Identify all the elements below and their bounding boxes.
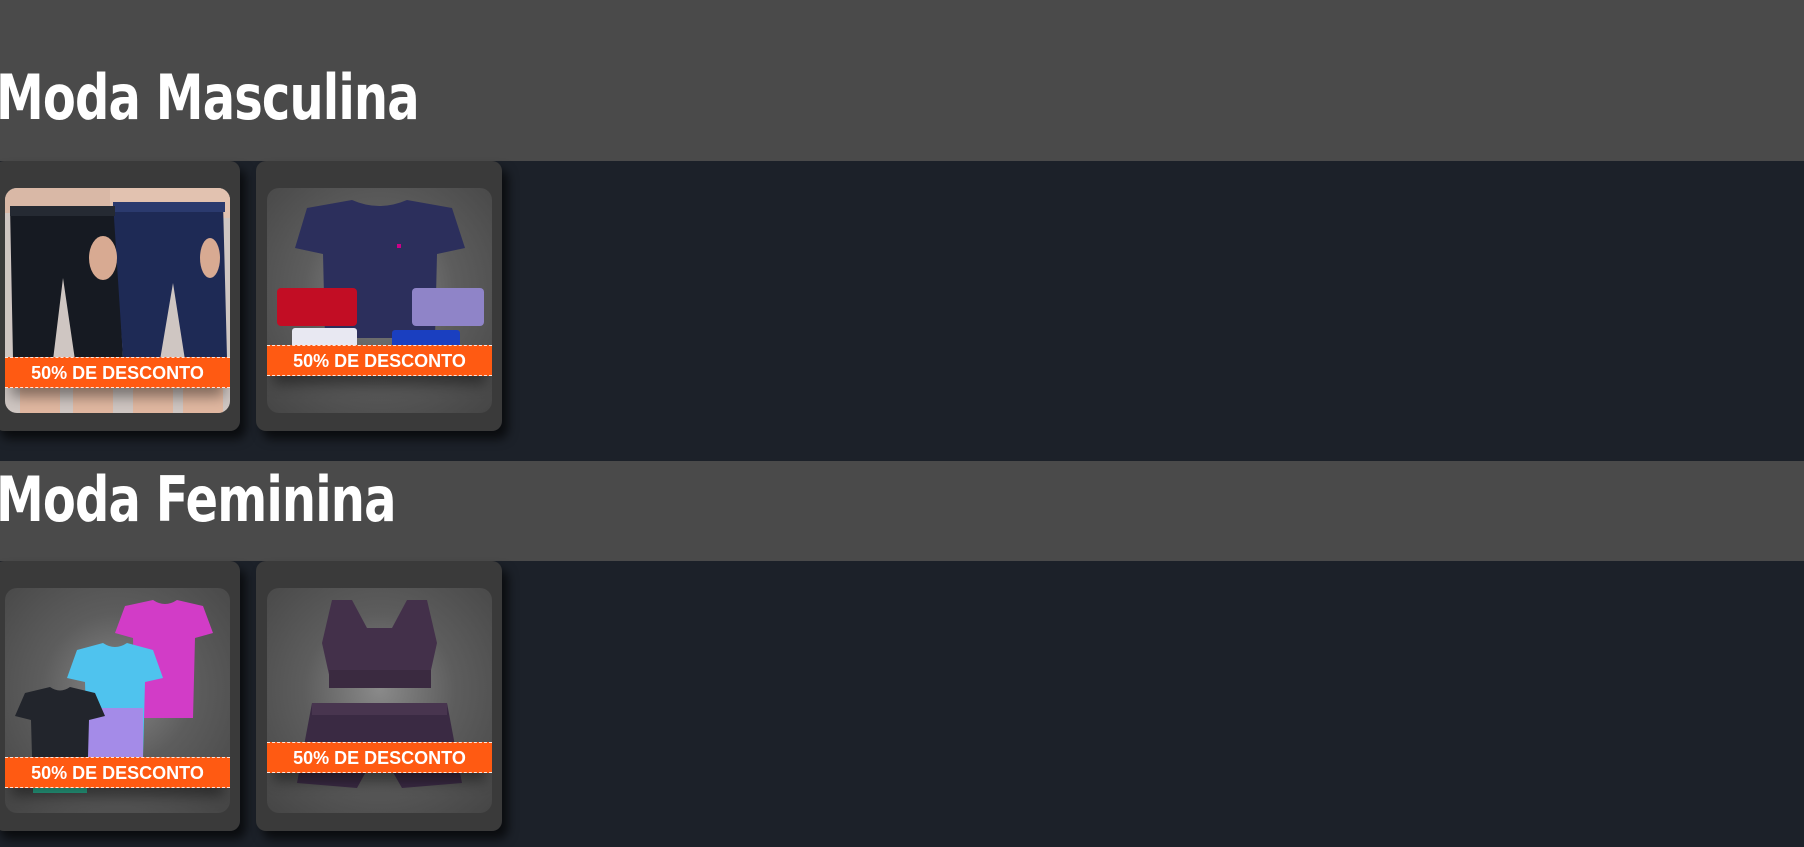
section-header-feminina: Moda Feminina [0,461,1804,561]
product-image-womens-tshirts[interactable]: 50% DE DESCONTO [5,588,230,813]
discount-badge: 50% DE DESCONTO [5,757,230,788]
product-card-mens-tshirts[interactable]: 50% DE DESCONTO [256,161,502,431]
product-image-mens-tshirts[interactable]: 50% DE DESCONTO [267,188,492,413]
product-image-mens-shorts[interactable]: 50% DE DESCONTO [5,188,230,413]
discount-badge: 50% DE DESCONTO [267,345,492,376]
womens-top-and-shorts-photo [297,600,462,788]
section-title-masculina: Moda Masculina [0,61,420,134]
product-card-womens-set[interactable]: 50% DE DESCONTO [256,561,502,831]
discount-badge: 50% DE DESCONTO [5,357,230,388]
mens-tshirts-photo [277,200,484,348]
product-grid-feminina: 50% DE DESCONTO 50% DE DESCONTO [0,561,1804,847]
section-header-masculina: Moda Masculina [0,0,1804,161]
discount-badge: 50% DE DESCONTO [267,742,492,773]
section-title-feminina: Moda Feminina [0,463,396,536]
product-grid-masculina: 50% DE DESCONTO 50% DE DESCONTO [0,161,1804,461]
product-card-mens-shorts[interactable]: 50% DE DESCONTO [0,161,240,431]
product-card-womens-tshirts[interactable]: 50% DE DESCONTO [0,561,240,831]
product-image-womens-set[interactable]: 50% DE DESCONTO [267,588,492,813]
